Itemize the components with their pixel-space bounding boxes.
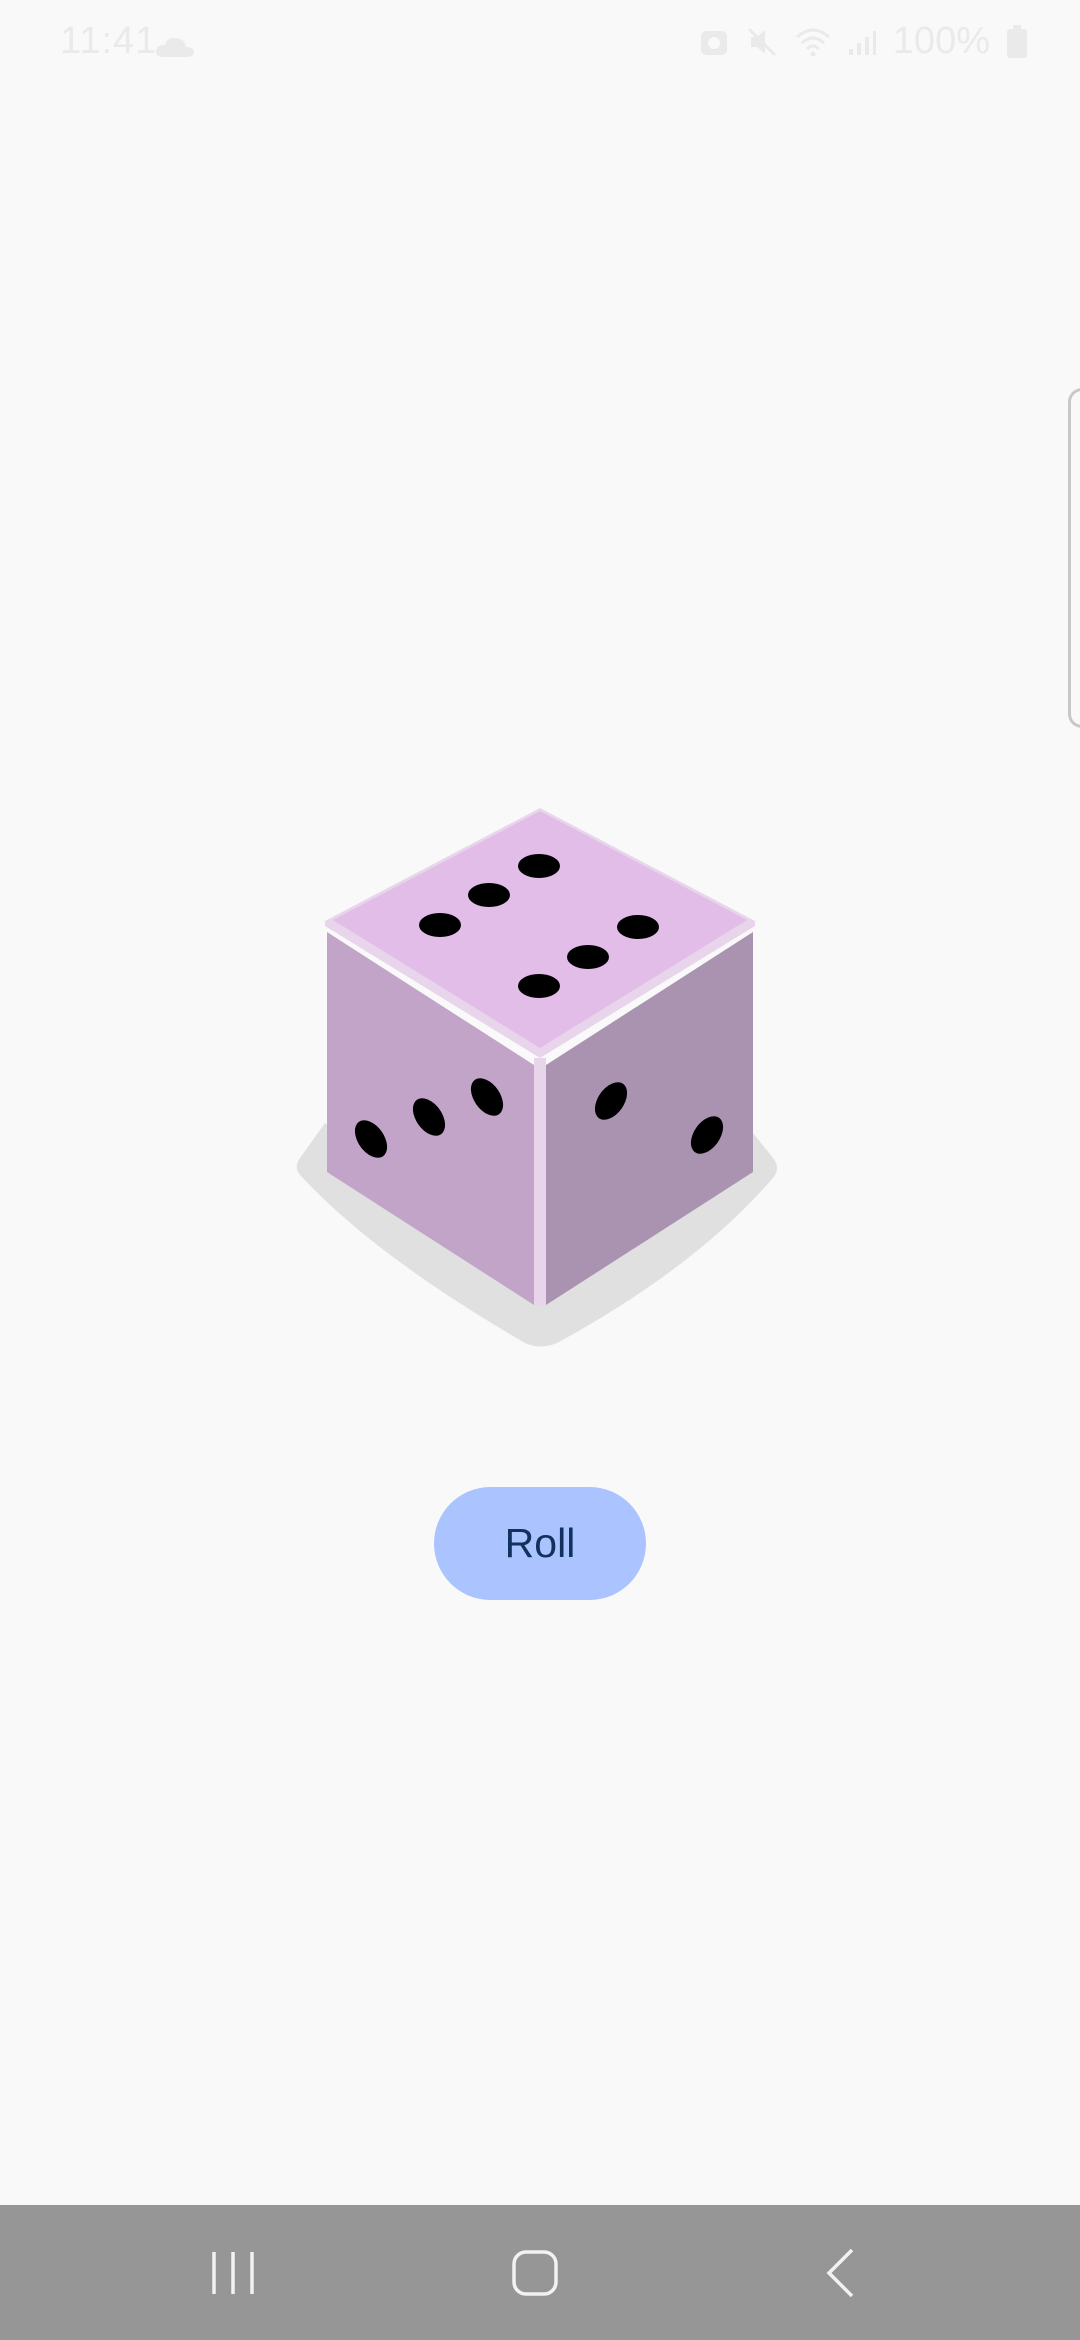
- signal-icon: [847, 27, 877, 57]
- recents-button[interactable]: [133, 2205, 333, 2340]
- app-screen: 11:41 100% Roll: [0, 0, 1080, 2340]
- edge-panel-handle[interactable]: [1068, 388, 1080, 728]
- home-icon: [512, 2249, 558, 2296]
- navigation-bar: [0, 2205, 1080, 2340]
- back-button[interactable]: [740, 2205, 940, 2340]
- status-icons: 100%: [699, 20, 1028, 63]
- battery-icon: [1006, 24, 1028, 59]
- alarm-icon: [699, 27, 729, 57]
- status-bar: 11:41 100%: [0, 0, 1080, 84]
- dice-front-edge: [534, 1058, 546, 1306]
- back-icon: [826, 2248, 854, 2297]
- recents-icon: [212, 2251, 254, 2294]
- status-time: 11:41: [60, 20, 158, 62]
- wifi-icon: [795, 27, 831, 57]
- battery-percent: 100%: [892, 20, 990, 62]
- cloud-icon: [155, 26, 195, 69]
- dice-image: [295, 808, 785, 1353]
- roll-button[interactable]: Roll: [434, 1487, 646, 1600]
- mute-icon: [745, 25, 779, 59]
- home-button[interactable]: [435, 2205, 635, 2340]
